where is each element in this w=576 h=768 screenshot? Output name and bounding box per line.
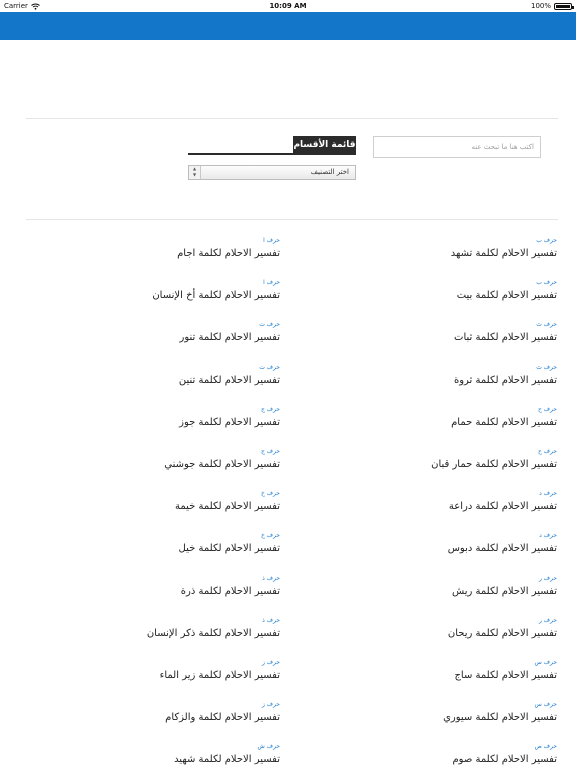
divider-bottom — [26, 219, 558, 220]
list-item[interactable]: حرف د تفسير الاحلام لكلمة دبوس — [277, 531, 557, 556]
entry-title-link[interactable]: تفسير الاحلام لكلمة ثروة — [277, 374, 557, 388]
entry-title-link[interactable]: تفسير الاحلام لكلمة خيمة — [0, 500, 280, 514]
tab-underline — [188, 153, 356, 155]
list-item[interactable]: حرف ب تفسير الاحلام لكلمة تشهد — [277, 236, 557, 261]
entry-letter-link[interactable]: حرف ر — [277, 574, 557, 583]
list-item[interactable]: حرف ح تفسير الاحلام لكلمة حمام — [277, 405, 557, 430]
entry-letter-link[interactable]: حرف د — [277, 489, 557, 498]
list-item[interactable]: حرف ب تفسير الاحلام لكلمة بيت — [277, 278, 557, 303]
list-item[interactable]: حرف ج تفسير الاحلام لكلمة جوز — [0, 405, 280, 430]
entry-letter-link[interactable]: حرف ا — [0, 236, 280, 245]
entry-title-link[interactable]: تفسير الاحلام لكلمة حمار قبان — [277, 458, 557, 472]
entry-title-link[interactable]: تفسير الاحلام لكلمة ريحان — [277, 627, 557, 641]
entry-letter-link[interactable]: حرف ح — [277, 447, 557, 456]
entry-title-link[interactable]: تفسير الاحلام لكلمة والزكام — [0, 711, 280, 725]
entry-letter-link[interactable]: حرف ز — [0, 700, 280, 709]
entry-letter-link[interactable]: حرف ش — [0, 742, 280, 751]
list-item[interactable]: حرف د تفسير الاحلام لكلمة دراعة — [277, 489, 557, 514]
battery-percent: 100% — [530, 2, 551, 10]
entry-letter-link[interactable]: حرف ا — [0, 278, 280, 287]
entry-letter-link[interactable]: حرف ز — [0, 658, 280, 667]
entry-title-link[interactable]: تفسير الاحلام لكلمة حمام — [277, 416, 557, 430]
list-item[interactable]: حرف ت تفسير الاحلام لكلمة تنين — [0, 363, 280, 388]
list-item[interactable]: حرف س تفسير الاحلام لكلمة ساج — [277, 658, 557, 683]
entry-letter-link[interactable]: حرف ب — [277, 236, 557, 245]
list-item[interactable]: حرف ح تفسير الاحلام لكلمة حمار قبان — [277, 447, 557, 472]
entry-title-link[interactable]: تفسير الاحلام لكلمة سيوري — [277, 711, 557, 725]
entry-letter-link[interactable]: حرف س — [277, 700, 557, 709]
list-item[interactable]: حرف ا تفسير الاحلام لكلمة أخ الإنسان — [0, 278, 280, 303]
entry-title-link[interactable]: تفسير الاحلام لكلمة ثبات — [277, 331, 557, 345]
list-item[interactable]: حرف ث تفسير الاحلام لكلمة ثروة — [277, 363, 557, 388]
entry-letter-link[interactable]: حرف ر — [277, 616, 557, 625]
list-item[interactable]: حرف خ تفسير الاحلام لكلمة خيل — [0, 531, 280, 556]
list-item[interactable]: حرف ذ تفسير الاحلام لكلمة ذرة — [0, 574, 280, 599]
entry-title-link[interactable]: تفسير الاحلام لكلمة ساج — [277, 669, 557, 683]
entry-letter-link[interactable]: حرف د — [277, 531, 557, 540]
list-item[interactable]: حرف ش تفسير الاحلام لكلمة شهيد — [0, 742, 280, 767]
entry-letter-link[interactable]: حرف ج — [0, 405, 280, 414]
list-item[interactable]: حرف ث تفسير الاحلام لكلمة ثبات — [277, 320, 557, 345]
entry-title-link[interactable]: تفسير الاحلام لكلمة ريش — [277, 585, 557, 599]
category-select-value: اختر التصنيف — [310, 168, 349, 176]
status-time: 10:09 AM — [269, 2, 307, 10]
list-item[interactable]: حرف ص تفسير الاحلام لكلمة صوم — [277, 742, 557, 767]
entry-letter-link[interactable]: حرف ت — [0, 363, 280, 372]
entry-letter-link[interactable]: حرف ث — [277, 320, 557, 329]
list-item[interactable]: حرف ج تفسير الاحلام لكلمة جوشني — [0, 447, 280, 472]
entry-title-link[interactable]: تفسير الاحلام لكلمة دبوس — [277, 542, 557, 556]
entry-letter-link[interactable]: حرف س — [277, 658, 557, 667]
entry-title-link[interactable]: تفسير الاحلام لكلمة اجام — [0, 247, 280, 261]
list-item[interactable]: حرف ر تفسير الاحلام لكلمة ريش — [277, 574, 557, 599]
entry-title-link[interactable]: تفسير الاحلام لكلمة جوز — [0, 416, 280, 430]
status-bar: Carrier 10:09 AM 100% — [0, 0, 576, 12]
entry-title-link[interactable]: تفسير الاحلام لكلمة جوشني — [0, 458, 280, 472]
entry-letter-link[interactable]: حرف ت — [0, 320, 280, 329]
list-item[interactable]: حرف خ تفسير الاحلام لكلمة خيمة — [0, 489, 280, 514]
entry-title-link[interactable]: تفسير الاحلام لكلمة ذرة — [0, 585, 280, 599]
list-item[interactable]: حرف س تفسير الاحلام لكلمة سيوري — [277, 700, 557, 725]
entry-title-link[interactable]: تفسير الاحلام لكلمة دراعة — [277, 500, 557, 514]
list-item[interactable]: حرف ز تفسير الاحلام لكلمة والزكام — [0, 700, 280, 725]
search-input[interactable] — [373, 136, 541, 158]
entry-title-link[interactable]: تفسير الاحلام لكلمة بيت — [277, 289, 557, 303]
entry-title-link[interactable]: تفسير الاحلام لكلمة تنور — [0, 331, 280, 345]
divider-top — [26, 118, 558, 119]
list-item[interactable]: حرف ا تفسير الاحلام لكلمة اجام — [0, 236, 280, 261]
entry-letter-link[interactable]: حرف خ — [0, 531, 280, 540]
app-header-bar — [0, 12, 576, 40]
entry-title-link[interactable]: تفسير الاحلام لكلمة شهيد — [0, 753, 280, 767]
entry-title-link[interactable]: تفسير الاحلام لكلمة صوم — [277, 753, 557, 767]
status-right: 100% — [530, 2, 574, 10]
entry-letter-link[interactable]: حرف ص — [277, 742, 557, 751]
entry-letter-link[interactable]: حرف ذ — [0, 616, 280, 625]
entry-letter-link[interactable]: حرف ب — [277, 278, 557, 287]
entry-title-link[interactable]: تفسير الاحلام لكلمة ذكر الإنسان — [0, 627, 280, 641]
entry-title-link[interactable]: تفسير الاحلام لكلمة تشهد — [277, 247, 557, 261]
entry-title-link[interactable]: تفسير الاحلام لكلمة أخ الإنسان — [0, 289, 280, 303]
entry-letter-link[interactable]: حرف ذ — [0, 574, 280, 583]
list-item[interactable]: حرف ت تفسير الاحلام لكلمة تنور — [0, 320, 280, 345]
entry-letter-link[interactable]: حرف خ — [0, 489, 280, 498]
entry-letter-link[interactable]: حرف ح — [277, 405, 557, 414]
select-arrows-icon: ▲ ▼ — [189, 166, 201, 179]
category-select[interactable]: اختر التصنيف ▲ ▼ — [188, 165, 356, 180]
list-item[interactable]: حرف ر تفسير الاحلام لكلمة ريحان — [277, 616, 557, 641]
entry-title-link[interactable]: تفسير الاحلام لكلمة زير الماء — [0, 669, 280, 683]
entry-letter-link[interactable]: حرف ث — [277, 363, 557, 372]
battery-icon — [554, 2, 574, 10]
list-item[interactable]: حرف ز تفسير الاحلام لكلمة زير الماء — [0, 658, 280, 683]
entry-title-link[interactable]: تفسير الاحلام لكلمة تنين — [0, 374, 280, 388]
entry-letter-link[interactable]: حرف ج — [0, 447, 280, 456]
list-item[interactable]: حرف ذ تفسير الاحلام لكلمة ذكر الإنسان — [0, 616, 280, 641]
entry-title-link[interactable]: تفسير الاحلام لكلمة خيل — [0, 542, 280, 556]
tab-categories[interactable]: قائمة الأقسام — [293, 136, 356, 154]
